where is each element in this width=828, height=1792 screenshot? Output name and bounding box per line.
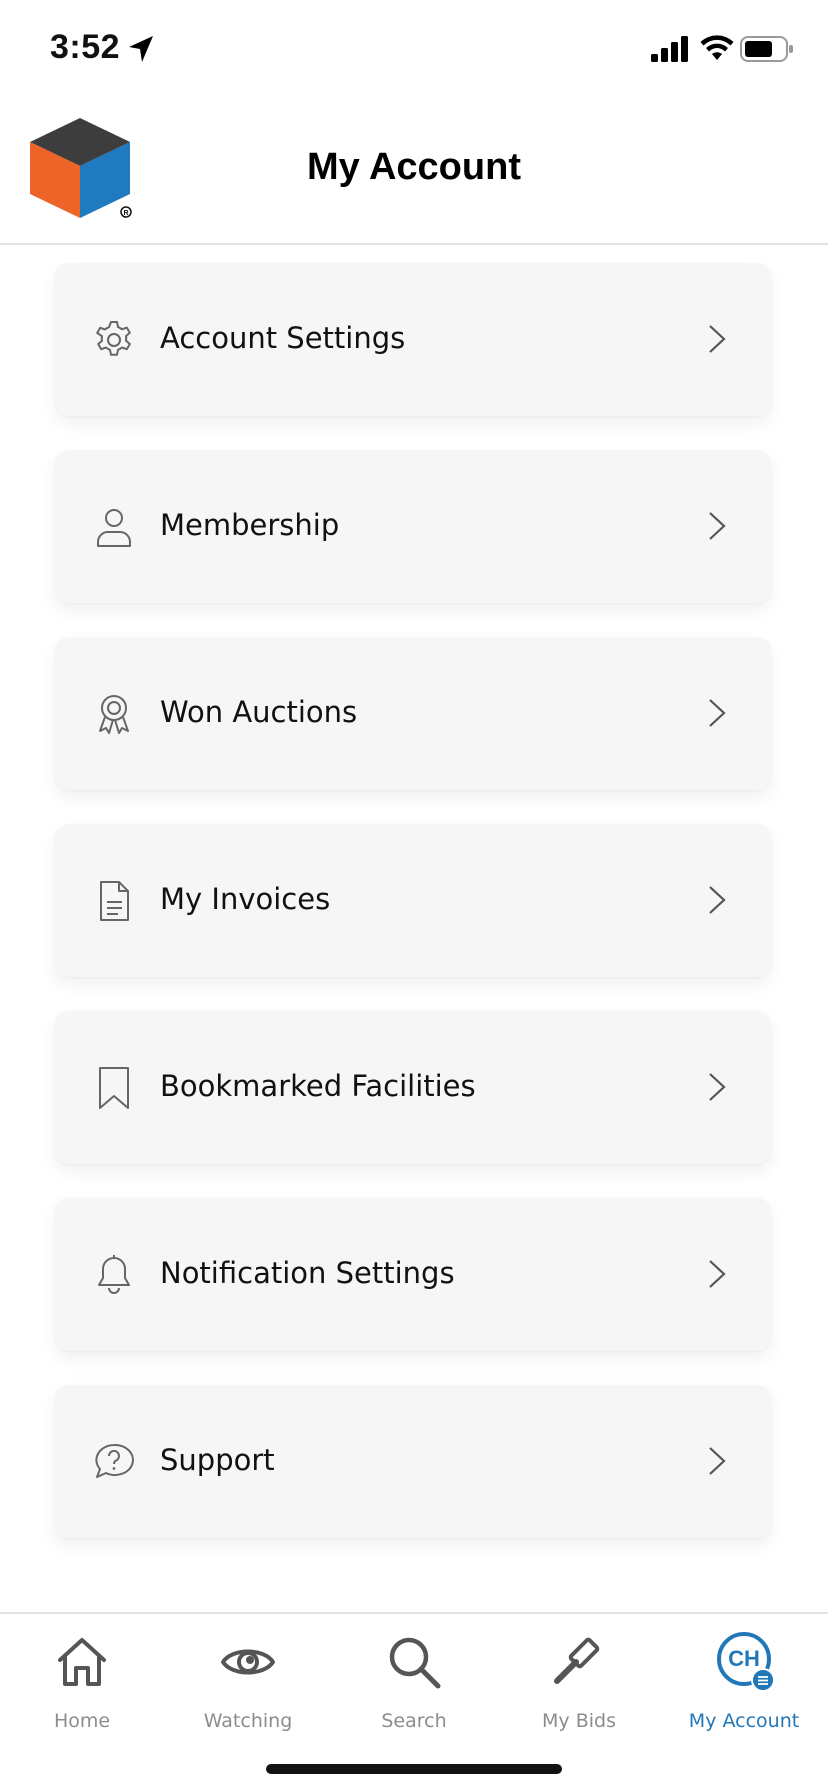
menu-item-bookmarked-facilities[interactable]: Bookmarked Facilities (55, 1011, 771, 1164)
cellular-signal-icon (651, 36, 688, 62)
location-arrow-icon (129, 36, 153, 62)
tab-label: My Account (688, 1710, 800, 1732)
battery-icon (740, 36, 793, 62)
home-icon (58, 1638, 106, 1686)
page-title: My Account (307, 146, 521, 188)
tab-watching[interactable]: Watching (173, 1614, 323, 1744)
menu-item-label: Account Settings (160, 321, 406, 355)
chevron-right-icon (709, 1260, 726, 1288)
tab-label: My Bids (542, 1710, 616, 1732)
chevron-right-icon (709, 1447, 726, 1475)
menu-item-label: Notification Settings (160, 1256, 455, 1290)
eye-icon (221, 1649, 275, 1675)
question-bubble-icon (95, 1443, 134, 1478)
tab-search[interactable]: Search (339, 1614, 489, 1744)
chevron-right-icon (709, 1073, 726, 1101)
menu-item-won-auctions[interactable]: Won Auctions (55, 637, 771, 790)
menu-item-support[interactable]: Support (55, 1385, 771, 1538)
tab-my-bids[interactable]: My Bids (504, 1614, 654, 1744)
tab-label: Search (381, 1710, 447, 1732)
chevron-right-icon (709, 886, 726, 914)
status-bar: 3:52 (0, 0, 828, 100)
menu-item-notification-settings[interactable]: Notification Settings (55, 1198, 771, 1351)
account-menu: Account Settings Membership Won Auctions… (55, 263, 771, 1572)
menu-item-membership[interactable]: Membership (55, 450, 771, 603)
menu-item-label: Won Auctions (160, 695, 358, 729)
status-time: 3:52 (50, 28, 121, 66)
menu-item-label: Bookmarked Facilities (160, 1069, 476, 1103)
tab-label: Watching (203, 1710, 293, 1732)
award-ribbon-icon (99, 695, 129, 734)
menu-item-my-invoices[interactable]: My Invoices (55, 824, 771, 977)
menu-badge-icon (751, 1668, 775, 1692)
document-icon (100, 881, 129, 921)
chevron-right-icon (709, 325, 726, 353)
person-icon (97, 509, 131, 547)
tab-my-account[interactable]: CH My Account (669, 1614, 819, 1744)
tab-label: Home (53, 1710, 111, 1732)
menu-item-label: Support (160, 1443, 275, 1477)
bell-icon (98, 1255, 130, 1294)
my-account-screen: 3:52 R My Account Account Settings Membe… (0, 0, 828, 1792)
tab-home[interactable]: Home (7, 1614, 157, 1744)
menu-item-label: My Invoices (160, 882, 331, 916)
svg-text:R: R (123, 210, 128, 217)
bookmark-icon (99, 1067, 129, 1109)
search-icon (389, 1637, 441, 1689)
gear-icon (96, 321, 131, 356)
wifi-icon (700, 35, 734, 60)
gavel-icon (554, 1637, 600, 1684)
chevron-right-icon (709, 699, 726, 727)
menu-item-account-settings[interactable]: Account Settings (55, 263, 771, 416)
home-indicator (266, 1764, 562, 1774)
menu-item-label: Membership (160, 508, 340, 542)
chevron-right-icon (709, 512, 726, 540)
header: R My Account (0, 100, 828, 245)
